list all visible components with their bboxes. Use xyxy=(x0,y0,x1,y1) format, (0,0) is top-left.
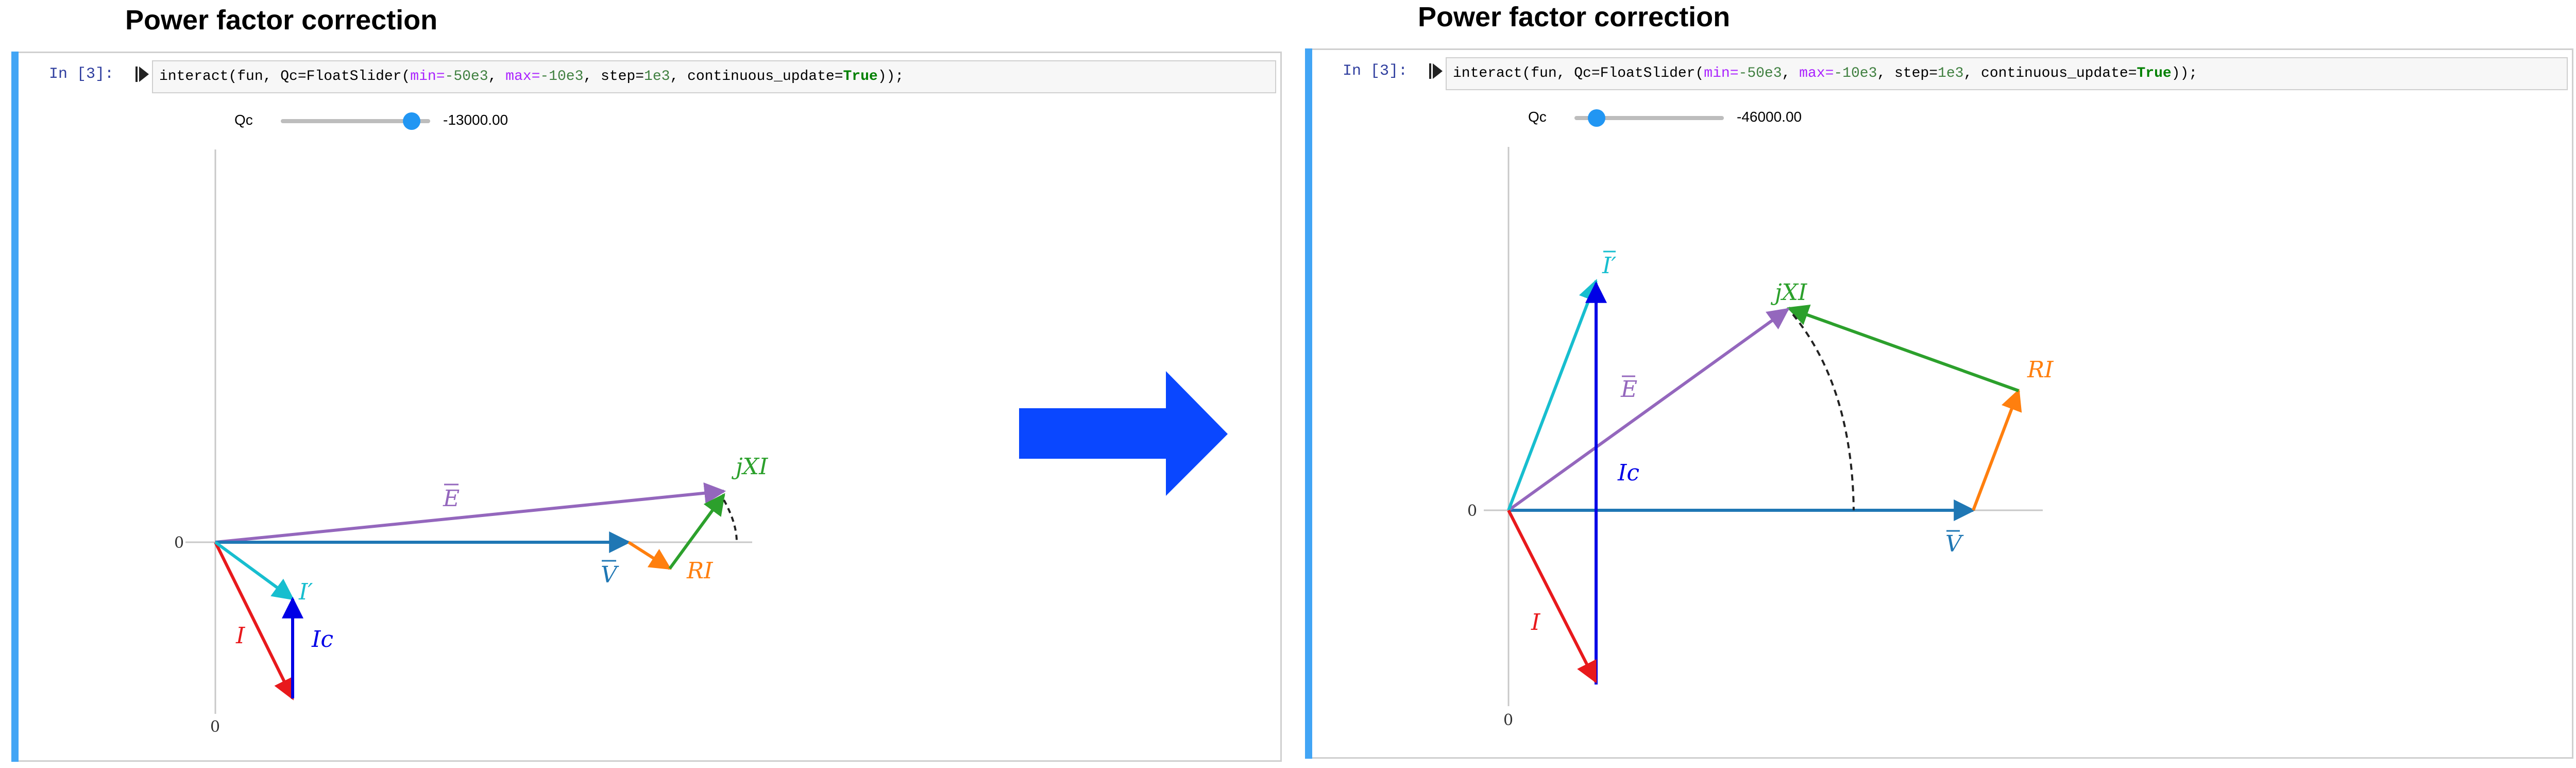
code-token: )); xyxy=(877,69,904,85)
label-Ic: Ic xyxy=(1617,460,1639,486)
label-V-text: V xyxy=(1945,531,1964,557)
label-jXI: jXI xyxy=(731,454,769,480)
code-token: -50e3 xyxy=(445,69,488,85)
label-Ic: Ic xyxy=(311,626,333,653)
code-token: = xyxy=(1825,65,1834,81)
phasor-diagram-right: 0 0 I′ jXI RI E Ic V I xyxy=(1467,147,2054,729)
label-RI: RI xyxy=(686,558,714,584)
label-V: V xyxy=(601,560,619,588)
code-token: min xyxy=(410,69,436,85)
slider-value[interactable]: -13000.00 xyxy=(443,112,508,128)
cell-prompt: In [3]: xyxy=(49,65,114,83)
code-token: max xyxy=(505,69,532,85)
run-cell-icon[interactable] xyxy=(1428,62,1444,80)
code-token: 1e3 xyxy=(644,69,670,85)
label-E-text: E xyxy=(1620,376,1637,403)
label-E: E xyxy=(443,483,460,512)
code-token: True xyxy=(2137,65,2172,81)
code-input[interactable]: interact(fun, Qc=FloatSlider(min=-50e3, … xyxy=(1446,57,2568,90)
bottom-tick-label: 0 xyxy=(1503,711,1513,729)
slider-handle[interactable] xyxy=(1587,109,1605,127)
code-token: = xyxy=(1730,65,1739,81)
label-E-text: E xyxy=(443,486,460,512)
code-token: -50e3 xyxy=(1738,65,1782,81)
code-token: interact(fun, Qc=FloatSlider( xyxy=(159,69,411,85)
origin-tick-label: 0 xyxy=(174,534,184,552)
slider-value[interactable]: -46000.00 xyxy=(1737,109,1802,125)
qc-slider-widget[interactable]: Qc -46000.00 xyxy=(1528,102,1889,132)
code-token: , continuous_update= xyxy=(1963,65,2137,81)
label-Ip: I′ xyxy=(1602,251,1616,279)
code-token: = xyxy=(531,69,540,85)
label-V-text: V xyxy=(601,562,619,588)
cell-selection-bar xyxy=(11,52,19,762)
angle-arc xyxy=(1792,313,1855,511)
label-RI: RI xyxy=(2027,357,2054,383)
code-token: True xyxy=(843,69,878,85)
vector-RI xyxy=(628,541,672,570)
phasor-diagram-left: 0 0 E V RI jXI I I′ Ic xyxy=(174,149,769,736)
label-Ip: I′ xyxy=(298,579,313,605)
panel-title-right: Power factor correction xyxy=(1418,2,1731,32)
code-token: min xyxy=(1704,65,1730,81)
run-cell-icon[interactable] xyxy=(134,65,150,83)
bottom-tick-label: 0 xyxy=(210,718,220,736)
code-token: 1e3 xyxy=(1938,65,1964,81)
code-token: interact(fun, Qc=FloatSlider( xyxy=(1453,65,1704,81)
vector-RI xyxy=(1972,389,2022,511)
code-token: , continuous_update= xyxy=(670,69,843,85)
label-jXI: jXI xyxy=(1770,279,1808,306)
slider-label: Qc xyxy=(234,112,253,128)
qc-slider-widget[interactable]: Qc -13000.00 xyxy=(234,105,595,136)
cell-prompt: In [3]: xyxy=(1343,62,1408,80)
transition-arrow-icon xyxy=(1019,371,1228,496)
vector-Ip xyxy=(214,541,295,600)
code-token: = xyxy=(436,69,445,85)
vector-I xyxy=(214,541,294,700)
code-token: max xyxy=(1799,65,1825,81)
vector-E xyxy=(1507,308,1790,512)
code-token: )); xyxy=(2171,65,2198,81)
vector-I xyxy=(1507,509,1597,683)
label-I: I xyxy=(235,623,246,649)
code-token: , xyxy=(1782,65,1800,81)
angle-arc xyxy=(723,499,738,543)
label-E: E xyxy=(1620,375,1637,403)
slider-handle[interactable] xyxy=(402,112,420,130)
label-Ip-text: I′ xyxy=(1602,253,1616,279)
code-token: -10e3 xyxy=(1834,65,1877,81)
label-I: I xyxy=(1531,609,1541,636)
vector-Ip xyxy=(1507,279,1600,511)
vector-E xyxy=(215,482,726,544)
code-token: , step= xyxy=(1877,65,1938,81)
cell-selection-bar xyxy=(1305,48,1312,759)
code-token: , xyxy=(488,69,506,85)
slider-label: Qc xyxy=(1528,109,1547,125)
code-token: -10e3 xyxy=(540,69,584,85)
label-V: V xyxy=(1945,530,1964,557)
vector-jXI xyxy=(1787,304,2020,392)
origin-tick-label: 0 xyxy=(1467,502,1477,520)
code-token: , step= xyxy=(583,69,645,85)
code-input[interactable]: interact(fun, Qc=FloatSlider(min=-50e3, … xyxy=(152,60,1276,93)
panel-title-left: Power factor correction xyxy=(125,5,438,36)
